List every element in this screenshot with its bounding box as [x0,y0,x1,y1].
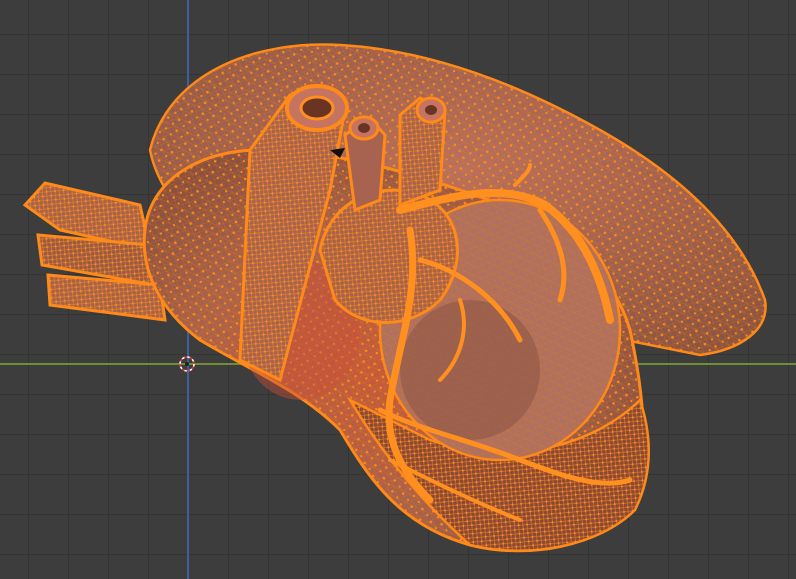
right-atrium [318,188,459,324]
heart-mesh[interactable] [0,0,796,579]
3d-viewport[interactable] [0,0,796,579]
3d-cursor-icon[interactable] [178,355,196,373]
